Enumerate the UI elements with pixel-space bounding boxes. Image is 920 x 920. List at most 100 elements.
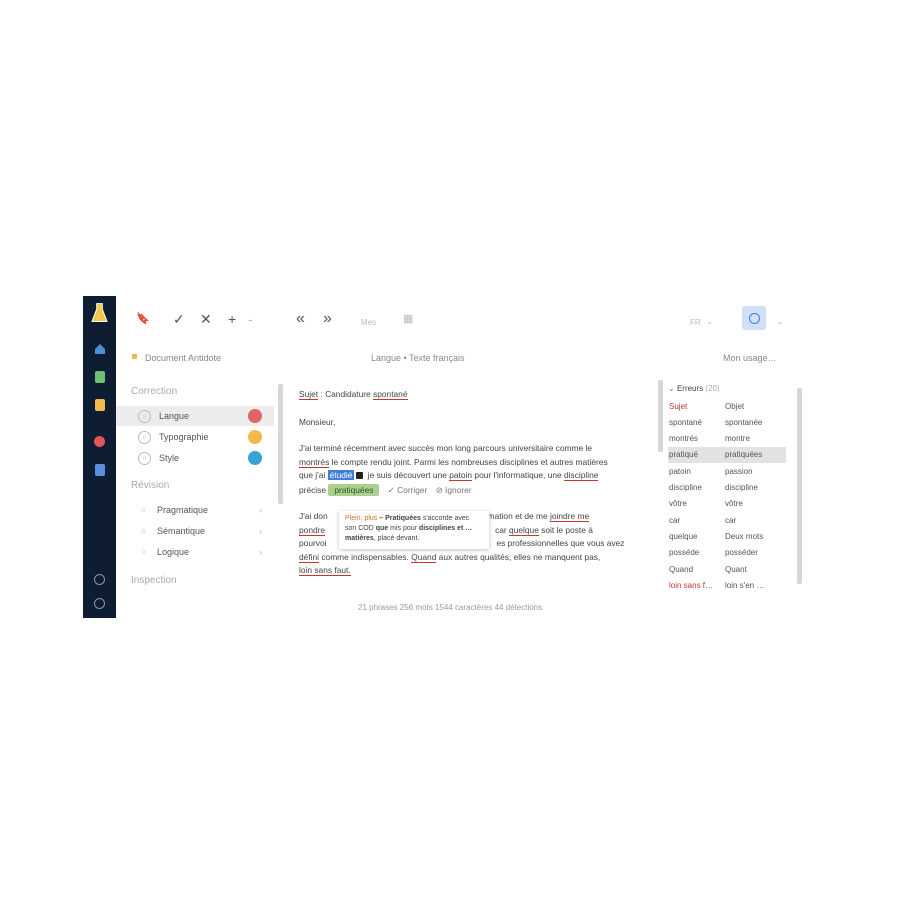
sidebar-item-semantique[interactable]: ☆ Sémantique ›	[116, 521, 274, 541]
tooltip-rule: Plein. plus	[345, 515, 378, 522]
section-correction: Correction	[131, 386, 178, 397]
chevron-down-icon[interactable]: ⌄	[706, 312, 714, 330]
dictionary-icon[interactable]	[91, 461, 108, 478]
paragraph-text: soit le poste à	[538, 524, 593, 535]
close-icon[interactable]: ✕	[200, 310, 212, 328]
next-icon[interactable]: »	[323, 310, 332, 328]
flask-logo-icon[interactable]	[91, 302, 108, 322]
table-row[interactable]: loin sans f… loin s'en …	[668, 577, 786, 593]
home-icon[interactable]	[91, 340, 108, 357]
tooltip-text: mis pour	[388, 525, 419, 532]
error-original: quelque	[669, 531, 698, 541]
sidebar-item-label: Pragmatique	[157, 505, 209, 515]
tooltip-word: disciplines et …	[418, 525, 473, 532]
chevron-down-icon[interactable]: ⌄	[776, 312, 784, 330]
add-icon[interactable]: +	[228, 310, 236, 328]
table-row[interactable]: car car	[668, 512, 786, 528]
paragraph-text: car	[495, 524, 510, 535]
suggestion-button[interactable]: pratiquées	[328, 483, 380, 496]
error-original: Quand	[669, 564, 694, 574]
error-word-quelque[interactable]: quelque	[509, 524, 539, 536]
sidebar-item-label: Typographie	[159, 432, 209, 442]
style-icon: ○	[138, 451, 151, 465]
table-row[interactable]: quelque Deux mots	[668, 528, 786, 544]
panel-scrollbar[interactable]	[797, 388, 802, 584]
chevron-down-icon[interactable]: ⌄	[668, 384, 675, 393]
breadcrumb[interactable]: Langue • Texte français	[371, 353, 465, 363]
tooltip-text: , placé devant.	[373, 535, 420, 542]
error-correction: discipline	[725, 483, 758, 492]
error-badge	[248, 409, 262, 423]
correct-button[interactable]: ✓ Corriger	[388, 485, 428, 495]
langue-icon: ○	[138, 409, 151, 423]
error-word-pondre[interactable]: pondre	[299, 524, 326, 536]
error-word-spontane[interactable]: spontané	[373, 389, 408, 400]
error-word-discipline[interactable]: discipline	[564, 470, 599, 481]
error-correction: Quant	[725, 564, 747, 574]
table-row[interactable]: Sujet Objet	[668, 398, 786, 414]
table-row[interactable]: vôtre vôtre	[668, 496, 786, 512]
panel-header: Erreurs	[676, 384, 704, 393]
correction-marker-icon[interactable]	[356, 472, 364, 480]
sidebar-item-typographie[interactable]: ○ Typographie	[116, 427, 274, 447]
error-correction: Objet	[725, 401, 745, 411]
sub-header: Document Antidote Langue • Texte françai…	[116, 343, 803, 373]
error-word-loin-sans-faut[interactable]: loin sans faut.	[299, 565, 351, 576]
table-row[interactable]: Quand Quant	[668, 561, 786, 577]
grid-icon[interactable]: ▦	[403, 310, 413, 328]
table-row[interactable]: posséde posséder	[668, 545, 786, 561]
chevron-right-icon: ›	[259, 505, 262, 515]
sidebar-item-pragmatique[interactable]: ☆ Pragmatique ›	[116, 500, 274, 520]
paragraph-text: le compte rendu joint. Parmi les nombreu…	[329, 456, 608, 467]
sidebar-item-label: Style	[159, 453, 180, 463]
subject-text: : Candidature	[318, 389, 374, 399]
error-correction: spontanée	[725, 417, 763, 427]
tooltip-word: matières	[345, 535, 374, 542]
sidebar-scrollbar[interactable]	[278, 384, 283, 504]
document-editor[interactable]: Sujet : Candidature spontané Monsieur, J…	[293, 378, 653, 608]
zoom-label[interactable]: Mes	[361, 314, 376, 332]
ignore-button[interactable]: ⊘ Ignorer	[436, 485, 472, 495]
error-word-defini[interactable]: défini	[299, 551, 320, 563]
paragraph-text: mation et de me	[487, 511, 550, 521]
error-original: loin sans f…	[669, 580, 714, 590]
previous-icon[interactable]: «	[296, 310, 305, 328]
error-correction: loin s'en …	[725, 580, 765, 590]
language-selector[interactable]: FR	[690, 314, 701, 332]
usage-selector[interactable]: Mon usage…	[723, 353, 777, 363]
error-word-montres[interactable]: montrés	[299, 456, 330, 468]
sidebar-item-logique[interactable]: ☆ Logique ›	[116, 542, 274, 562]
search-button[interactable]	[742, 306, 766, 330]
search-icon	[748, 312, 760, 324]
star-icon: ☆	[140, 528, 147, 535]
error-correction: passion	[725, 466, 753, 476]
document-icon[interactable]	[91, 396, 108, 413]
bookmark-icon[interactable]: 🔖	[136, 310, 150, 328]
tooltip-word: – Pratiquées	[377, 515, 421, 522]
panel-left-scrollbar[interactable]	[658, 380, 663, 452]
settings-icon[interactable]	[91, 595, 108, 612]
table-row[interactable]: patoin passion	[668, 463, 786, 479]
document-title: Document Antidote	[145, 353, 222, 363]
alert-icon[interactable]	[91, 433, 108, 450]
paragraph-text: précise	[299, 484, 326, 495]
check-icon[interactable]: ✓	[173, 310, 185, 328]
note-icon[interactable]	[91, 368, 108, 385]
table-row[interactable]: pratiqué pratiquées	[668, 446, 786, 463]
paragraph-text: es professionnelles que vous avez	[496, 538, 625, 548]
table-row[interactable]: discipline discipline	[668, 480, 786, 496]
error-word-patoin[interactable]: patoin	[449, 470, 473, 481]
error-word-joindre[interactable]: joindre me	[550, 511, 590, 522]
table-row[interactable]: montrés montre	[668, 431, 786, 447]
error-word-quand[interactable]: Quand	[411, 551, 437, 563]
error-original: patoin	[669, 466, 691, 476]
sidebar-item-langue[interactable]: ○ Langue	[116, 406, 274, 426]
tooltip-word: que	[375, 525, 389, 532]
error-original: Sujet	[669, 401, 688, 411]
help-icon[interactable]	[91, 571, 108, 588]
selected-error-word[interactable]: étudié	[327, 470, 355, 480]
subject-label[interactable]: Sujet	[299, 389, 319, 400]
table-row[interactable]: spontané spontanée	[668, 414, 786, 430]
errors-panel: ⌄ Erreurs (20) Sujet Objet spontané spontan…	[658, 378, 803, 598]
sidebar-item-style[interactable]: ○ Style	[116, 448, 274, 468]
